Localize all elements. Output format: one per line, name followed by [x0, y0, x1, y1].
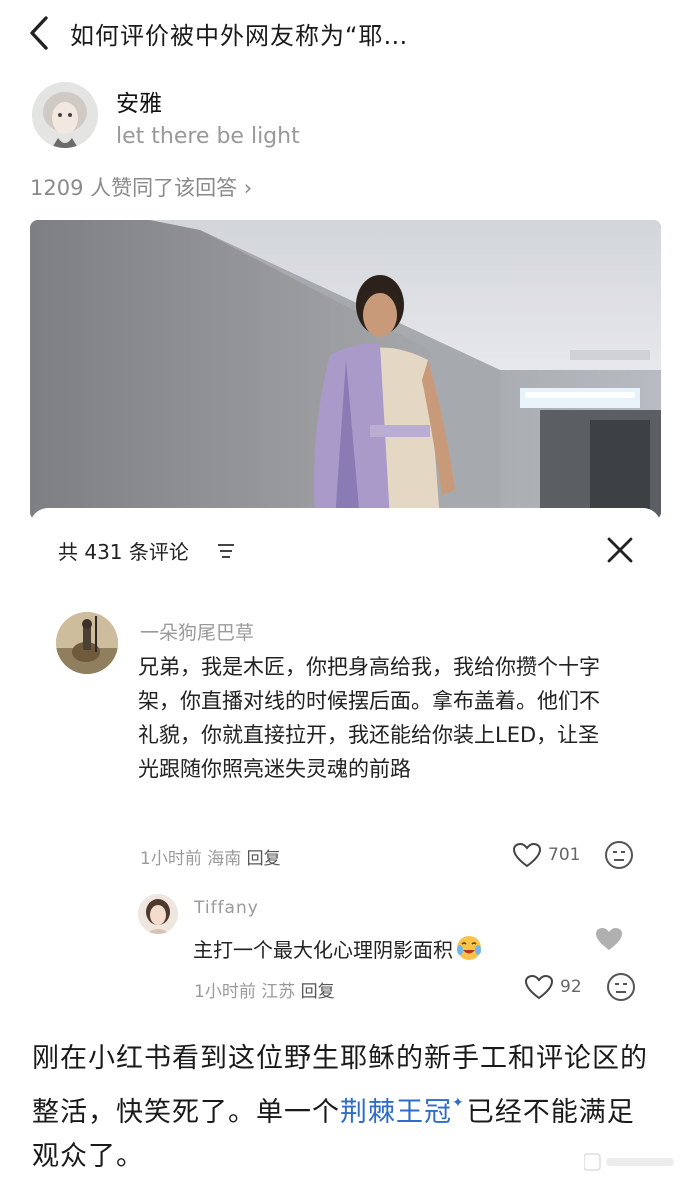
comment-time: 1小时前 — [140, 849, 202, 869]
question-title[interactable]: 如何评价被中外网友称为“耶… — [70, 16, 408, 51]
answer-photo[interactable] — [30, 220, 661, 520]
topic-sparkle-icon: ✦ — [452, 1095, 465, 1111]
comment-like-button[interactable]: 701 — [512, 842, 580, 868]
commenter-avatar[interactable] — [56, 612, 118, 674]
author-bio: let there be light — [116, 124, 300, 149]
emoji-react-icon[interactable] — [606, 972, 636, 1002]
reply-text-line: 主打一个最大化心理阴影面积 — [193, 934, 483, 963]
reply-text: 主打一个最大化心理阴影面积 — [193, 938, 453, 962]
author-name[interactable]: 安雅 — [116, 84, 162, 118]
comment-like-count: 701 — [548, 845, 581, 865]
comment-meta: 1小时前 海南 回复 — [140, 844, 281, 869]
reply-like-count: 92 — [560, 977, 582, 997]
sort-filter-icon[interactable] — [216, 542, 236, 560]
post-body-text: 刚在小红书看到这位野生耶稣的新手工和评论区的整活，快笑死了。单一个荆棘王冠✦已经… — [32, 1037, 662, 1179]
topic-link[interactable]: 荆棘王冠 — [340, 1097, 452, 1128]
crying-laughing-emoji-icon — [457, 936, 481, 960]
comment-count: 共 431 条评论 — [58, 540, 189, 564]
heart-outline-icon — [524, 974, 554, 1000]
back-arrow-icon[interactable] — [26, 14, 56, 52]
reply-like-button[interactable]: 92 — [524, 974, 582, 1000]
reply-reply-button[interactable]: 回复 — [301, 982, 335, 1002]
emoji-react-icon[interactable] — [604, 840, 634, 870]
comments-sheet: 共 431 条评论 一朵狗尾巴草 兄弟，我是木匠，你把身高给我，我给你攒个十字架… — [30, 508, 661, 1020]
comment-location: 海南 — [207, 849, 242, 869]
author-avatar[interactable] — [32, 82, 98, 148]
reply-meta: 1小时前 江苏 回复 — [194, 977, 335, 1002]
heart-filled-icon[interactable] — [594, 926, 624, 952]
reply-location: 江苏 — [261, 982, 296, 1002]
upvote-count-link[interactable]: 1209 人赞同了该回答 › — [30, 172, 252, 202]
reply-time: 1小时前 — [194, 982, 256, 1002]
reply-username[interactable]: Tiffany — [194, 898, 259, 918]
watermark-logo — [584, 1153, 674, 1171]
commenter-name[interactable]: 一朵狗尾巴草 — [140, 618, 254, 645]
heart-outline-icon — [512, 842, 542, 868]
top-bar: 如何评价被中外网友称为“耶… — [0, 0, 690, 66]
comment-reply-button[interactable]: 回复 — [247, 849, 281, 869]
reply-avatar[interactable] — [138, 894, 178, 934]
comment-text: 兄弟，我是木匠，你把身高给我，我给你攒个十字架，你直播对线的时候摆后面。拿布盖着… — [138, 655, 600, 781]
close-icon[interactable] — [606, 536, 634, 564]
